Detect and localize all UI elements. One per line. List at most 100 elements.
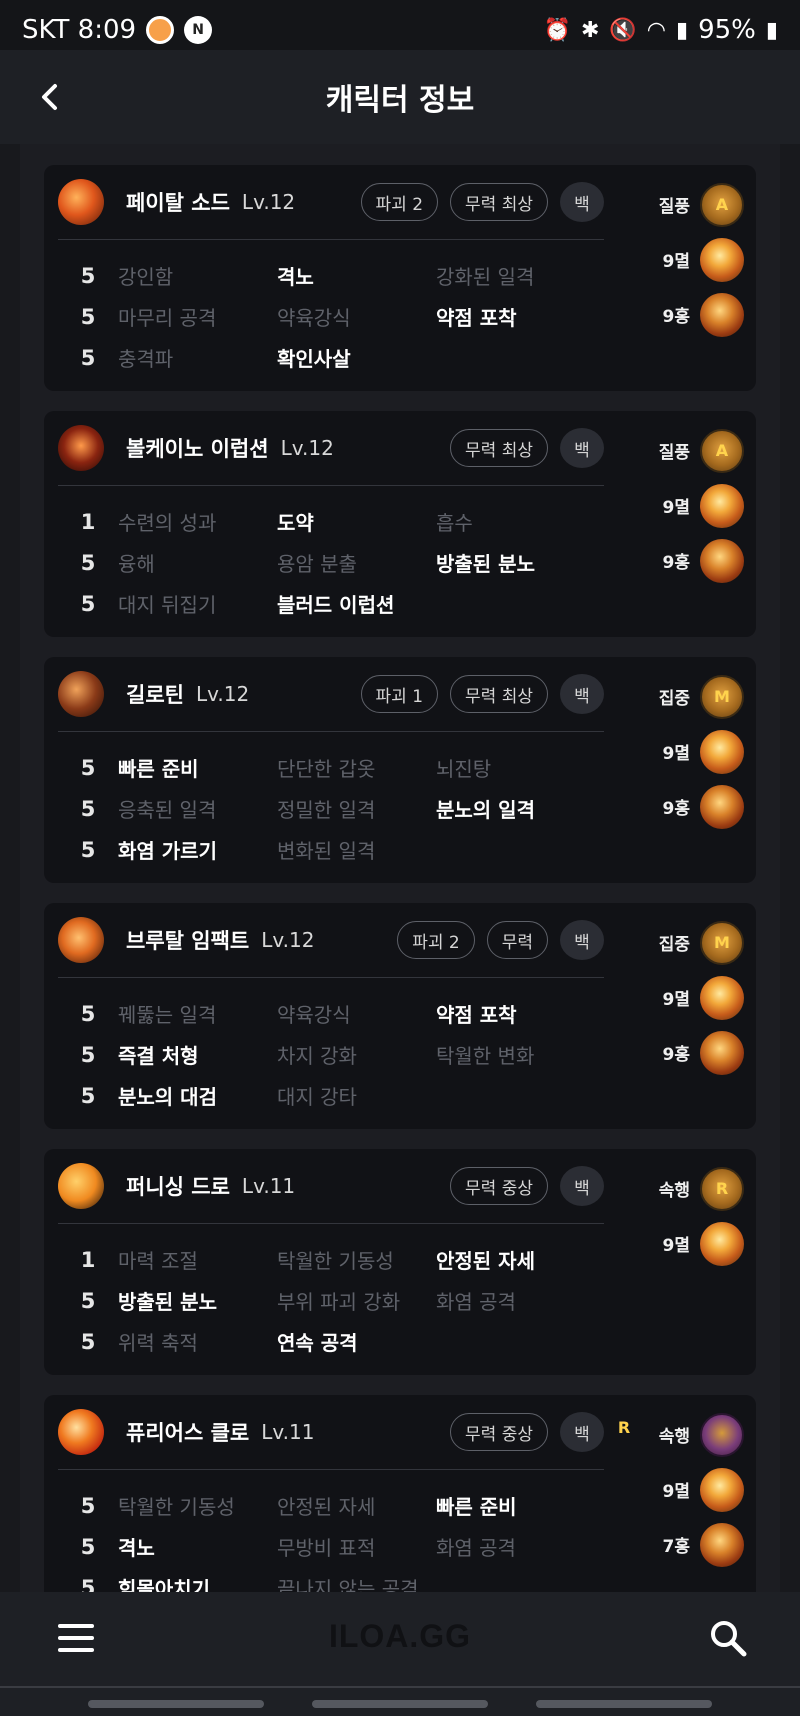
tripod-level: 5 <box>80 1575 96 1593</box>
divider <box>58 1469 604 1470</box>
tripod-level: 5 <box>80 550 96 575</box>
nav-back-button[interactable] <box>536 1700 712 1708</box>
rune-icon: R <box>618 1412 744 1457</box>
skill-icon <box>58 671 104 717</box>
gem-row: 집중 M <box>604 669 744 724</box>
page-title: 캐릭터 정보 <box>325 83 475 118</box>
tripod-option: 부위 파괴 강화 <box>277 1290 401 1314</box>
tripod-grid: 5 탁월한 기동성 안정된 자세 빠른 준비 5 격노 무방비 표적 화염 공격 5 힘몰아치기 끝… <box>58 1485 604 1593</box>
tripod-level: 5 <box>80 1329 96 1354</box>
skill-card[interactable]: 브루탈 임팩트 Lv.12 파괴 2 무력 백 5 꿰뚫는 일격 약육강식 약점 포착 5 즉결 처… <box>44 903 756 1129</box>
skill-icon <box>58 917 104 963</box>
tripod-option: 화염 공격 <box>436 1290 516 1314</box>
nav-home-button[interactable] <box>312 1700 488 1708</box>
tripod-option: 강화된 일격 <box>436 265 535 289</box>
tripod-option: 응축된 일격 <box>118 798 217 822</box>
skill-card-header: 페이탈 소드 Lv.12 파괴 2 무력 최상 백 <box>58 177 604 227</box>
skill-card[interactable]: 퓨리어스 클로 Lv.11 무력 중상 백 5 탁월한 기동성 안정된 자세 빠른 준비 5 격노… <box>44 1395 756 1592</box>
tripod-option: 빠른 준비 <box>118 757 199 781</box>
effect-badge: 파괴 1 <box>360 675 439 713</box>
skill-card-header: 볼케이노 이럽션 Lv.12 무력 최상 백 <box>58 423 604 473</box>
rune-icon: A <box>700 428 744 473</box>
gem-label: 질풍 <box>658 443 690 463</box>
tripod-level: 5 <box>80 1288 96 1313</box>
gem-column: 질풍 A 9멸 9홍 <box>604 177 744 342</box>
tripod-level: 5 <box>80 1493 96 1518</box>
tripod-level: 5 <box>80 1042 96 1067</box>
rune-badges: 파괴 2 무력 백 <box>397 920 604 960</box>
rune-icon: M <box>700 674 744 719</box>
tripod-option: 화염 가르기 <box>118 839 217 863</box>
gem-label: 질풍 <box>658 197 690 217</box>
tripod-level: 5 <box>80 263 96 288</box>
effect-badge: 무력 <box>486 921 548 959</box>
tripod-option: 차지 강화 <box>277 1044 357 1068</box>
myul-gem-icon <box>700 975 744 1020</box>
gem-label: 9멸 <box>662 498 690 518</box>
back-button[interactable] <box>30 72 70 122</box>
divider <box>58 1223 604 1224</box>
skill-level: Lv.11 <box>261 1420 315 1444</box>
tripod-option: 안정된 자세 <box>436 1249 535 1273</box>
gem-label: 7홍 <box>662 1537 690 1557</box>
tripod-option: 용암 분출 <box>277 552 357 576</box>
divider <box>58 485 604 486</box>
rune-mark: M <box>714 687 730 706</box>
tripod-row: 5 꿰뚫는 일격 약육강식 약점 포착 <box>58 993 604 1034</box>
tripod-option: 탁월한 변화 <box>436 1044 535 1068</box>
skill-card[interactable]: 페이탈 소드 Lv.12 파괴 2 무력 최상 백 5 강인함 격노 강화된 일격 5 마무리 공격… <box>44 165 756 391</box>
nav-recent-button[interactable] <box>88 1700 264 1708</box>
tripod-option: 분노의 대검 <box>118 1085 217 1109</box>
skill-list: 페이탈 소드 Lv.12 파괴 2 무력 최상 백 5 강인함 격노 강화된 일격 5 마무리 공격… <box>20 144 780 1592</box>
skill-card[interactable]: 퍼니싱 드로 Lv.11 무력 중상 백 1 마력 조절 탁월한 기동성 안정된 자세 5 방출된… <box>44 1149 756 1375</box>
gem-label: 집중 <box>658 689 690 709</box>
gem-label: 9홍 <box>662 307 690 327</box>
gem-row: 9멸 <box>604 478 744 533</box>
myul-gem-icon <box>700 237 744 282</box>
skill-card[interactable]: 길로틴 Lv.12 파괴 1 무력 최상 백 5 빠른 준비 단단한 갑옷 뇌진탕 5 응축된 일격… <box>44 657 756 883</box>
wifi-icon: ◠ <box>646 17 666 43</box>
gem-row: 7홍 <box>604 1517 744 1572</box>
tripod-level: 5 <box>80 796 96 821</box>
app-header: 캐릭터 정보 <box>0 50 800 144</box>
gem-label: 9멸 <box>662 1236 690 1256</box>
tripod-option: 분노의 일격 <box>436 798 535 822</box>
effect-badge: 무력 중상 <box>450 1167 548 1205</box>
grade-badge: 백 <box>560 1166 604 1206</box>
hong-gem-icon <box>700 1522 744 1567</box>
grade-badge: 백 <box>560 428 604 468</box>
grade-badge: 백 <box>560 674 604 714</box>
battery-icon: ▮ <box>765 17 778 43</box>
gem-row: 9멸 <box>604 1216 744 1271</box>
tripod-option: 대지 뒤집기 <box>118 593 217 617</box>
gem-label: 9멸 <box>662 252 690 272</box>
tripod-row: 5 응축된 일격 정밀한 일격 분노의 일격 <box>58 788 604 829</box>
tripod-option: 도약 <box>277 511 314 535</box>
effect-badge: 파괴 2 <box>360 183 439 221</box>
gem-label: 속행 <box>658 1181 690 1201</box>
search-button[interactable] <box>706 1616 752 1662</box>
tripod-option: 약육강식 <box>277 1003 351 1027</box>
gem-row: 집중 M <box>604 915 744 970</box>
tripod-row: 5 격노 무방비 표적 화염 공격 <box>58 1526 604 1567</box>
status-time: SKT 8:09 <box>22 15 137 45</box>
tripod-option: 융해 <box>118 552 155 576</box>
rune-mark: A <box>715 195 729 214</box>
skill-name: 퓨리어스 클로 <box>126 1421 250 1445</box>
tripod-row: 5 즉결 처형 차지 강화 탁월한 변화 <box>58 1034 604 1075</box>
tripod-option: 확인사살 <box>277 347 351 371</box>
tripod-option: 충격파 <box>118 347 174 371</box>
gem-label: 9홍 <box>662 553 690 573</box>
skill-card[interactable]: 볼케이노 이럽션 Lv.12 무력 최상 백 1 수련의 성과 도약 흡수 5 융해 용암 분출 방출… <box>44 411 756 637</box>
signal-icon: ▮ <box>675 17 689 43</box>
site-logo[interactable]: ILOA.GG <box>0 1618 800 1655</box>
tripod-option: 안정된 자세 <box>277 1495 376 1519</box>
gem-column: 집중 M 9멸 9홍 <box>604 669 744 834</box>
effect-badge: 무력 중상 <box>450 1413 548 1451</box>
skill-name: 볼케이노 이럽션 <box>126 437 269 461</box>
tripod-grid: 5 꿰뚫는 일격 약육강식 약점 포착 5 즉결 처형 차지 강화 탁월한 변화 5 분노의 대검… <box>58 993 604 1116</box>
rune-icon: R <box>700 1166 744 1211</box>
tripod-level: 5 <box>80 591 96 616</box>
skill-card-header: 퍼니싱 드로 Lv.11 무력 중상 백 <box>58 1161 604 1211</box>
tripod-option: 마무리 공격 <box>118 306 217 330</box>
